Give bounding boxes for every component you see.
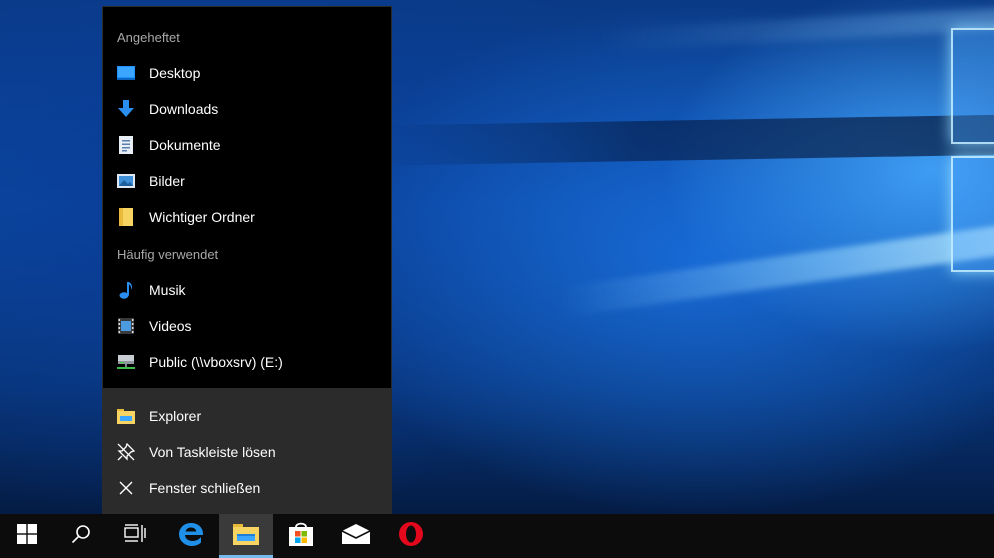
- jumplist-item-desktop[interactable]: Desktop: [103, 55, 391, 91]
- wallpaper-window-pane: [951, 156, 994, 272]
- jumplist-item-musik[interactable]: Musik: [103, 272, 391, 308]
- wallpaper-light-beam: [599, 7, 994, 51]
- music-note-icon: [116, 280, 136, 300]
- pinned-section-title: Angeheftet: [117, 30, 180, 45]
- wallpaper-shadow-band: [379, 114, 994, 166]
- search-button[interactable]: [54, 514, 108, 558]
- jumplist-item-bilder[interactable]: Bilder: [103, 163, 391, 199]
- start-button[interactable]: [0, 514, 54, 558]
- task-view-icon: [124, 523, 146, 549]
- jumplist-actions-section: Explorer Von Taskleiste lösen Fenster sc…: [103, 388, 391, 515]
- opera-button[interactable]: [384, 514, 438, 558]
- jumplist-item-label: Videos: [149, 318, 192, 334]
- file-explorer-button[interactable]: [219, 514, 273, 558]
- edge-button[interactable]: [164, 514, 218, 558]
- jumplist-item-wichtiger-ordner[interactable]: Wichtiger Ordner: [103, 199, 391, 235]
- action-unpin-from-taskbar[interactable]: Von Taskleiste lösen: [103, 434, 391, 470]
- folder-icon: [116, 207, 136, 227]
- jumplist-item-label: Bilder: [149, 173, 185, 189]
- action-open-explorer[interactable]: Explorer: [103, 398, 391, 434]
- network-drive-icon: [116, 352, 136, 372]
- jumplist-item-videos[interactable]: Videos: [103, 308, 391, 344]
- action-label: Von Taskleiste lösen: [149, 444, 276, 460]
- jumplist-item-label: Downloads: [149, 101, 219, 117]
- jumplist-item-label: Public (\\vboxsrv) (E:): [149, 354, 283, 370]
- task-view-button[interactable]: [108, 514, 162, 558]
- opera-icon: [398, 521, 424, 552]
- frequent-section-title: Häufig verwendet: [117, 247, 219, 262]
- file-explorer-icon: [233, 523, 259, 550]
- mail-button[interactable]: [329, 514, 383, 558]
- windows-logo-icon: [17, 523, 37, 549]
- jumplist-item-dokumente[interactable]: Dokumente: [103, 127, 391, 163]
- wallpaper-light-beam: [560, 223, 994, 317]
- store-button[interactable]: [274, 514, 328, 558]
- store-icon: [288, 521, 314, 552]
- file-explorer-icon: [116, 406, 136, 426]
- document-icon: [116, 135, 136, 155]
- jumplist-item-label: Wichtiger Ordner: [149, 209, 255, 225]
- video-film-icon: [116, 316, 136, 336]
- close-icon: [116, 478, 136, 498]
- search-icon: [71, 524, 91, 549]
- pictures-icon: [116, 171, 136, 191]
- jumplist-item-label: Desktop: [149, 65, 201, 81]
- edge-icon: [178, 521, 204, 552]
- unpin-icon: [116, 442, 136, 462]
- mail-icon: [341, 523, 371, 549]
- jumplist-item-public-network-drive[interactable]: Public (\\vboxsrv) (E:): [103, 344, 391, 380]
- explorer-jump-list: Angeheftet Desktop Downloads Dokumente B…: [102, 6, 392, 515]
- action-label: Explorer: [149, 408, 202, 424]
- desktop-icon: [116, 63, 136, 83]
- jumplist-item-label: Musik: [149, 282, 186, 298]
- jumplist-item-downloads[interactable]: Downloads: [103, 91, 391, 127]
- download-arrow-icon: [116, 99, 136, 119]
- wallpaper-window-pane: [951, 28, 994, 144]
- taskbar: [0, 514, 994, 558]
- action-label: Fenster schließen: [149, 480, 261, 496]
- jumplist-item-label: Dokumente: [149, 137, 221, 153]
- action-close-window[interactable]: Fenster schließen: [103, 470, 391, 506]
